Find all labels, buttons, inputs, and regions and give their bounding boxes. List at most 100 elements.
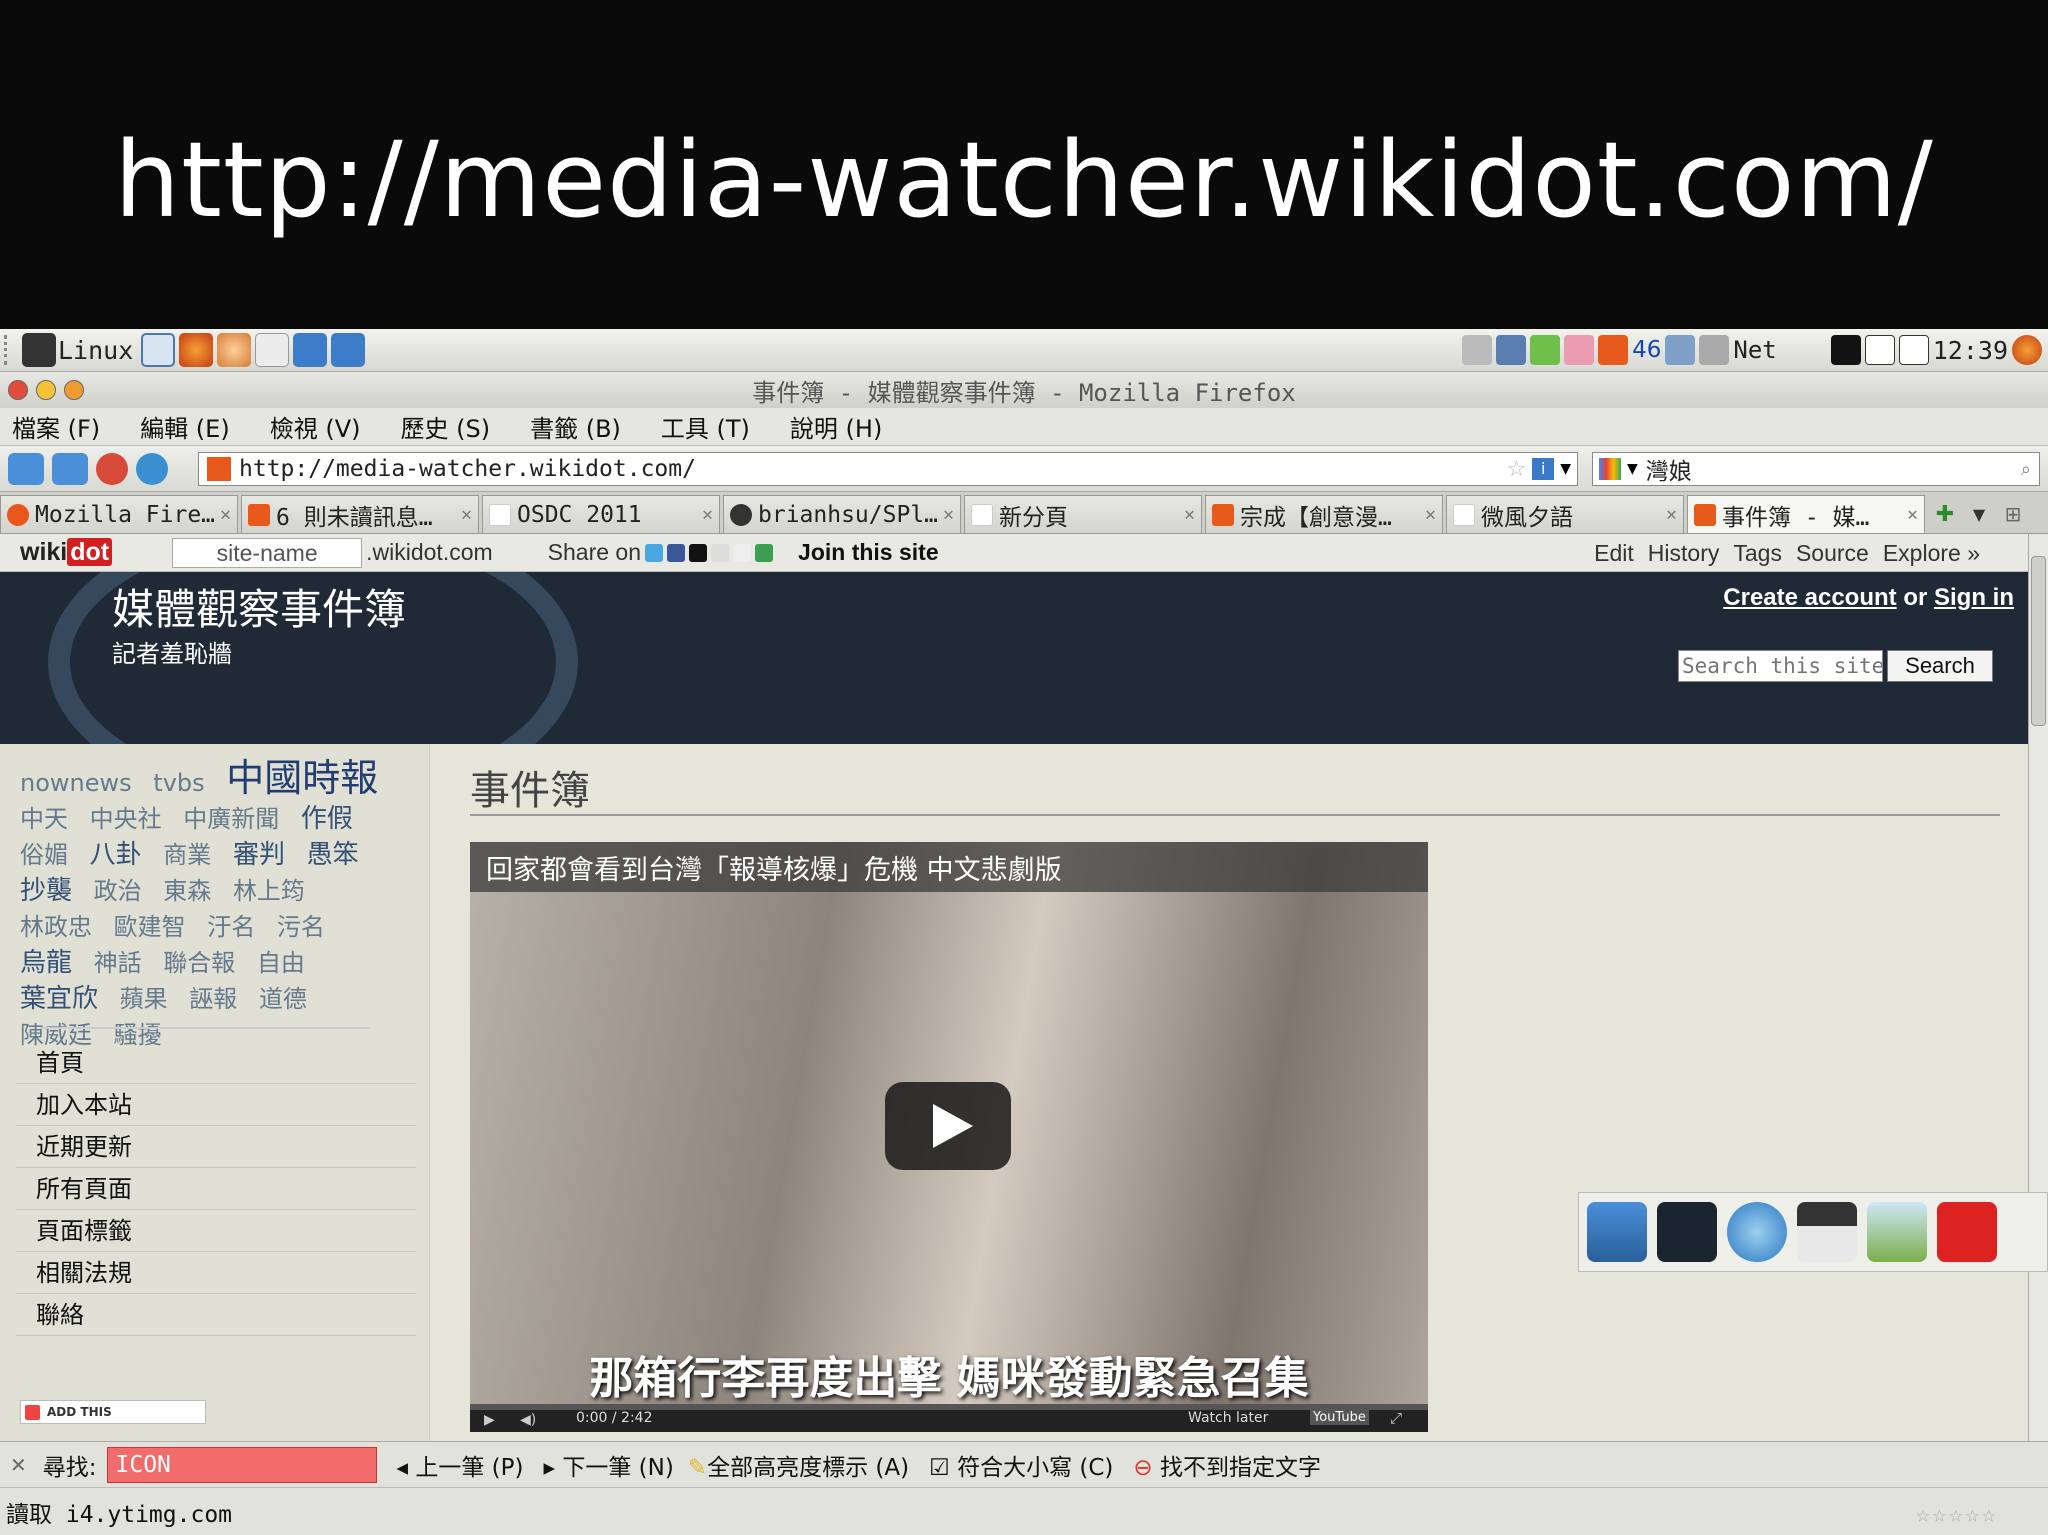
vertical-scrollbar[interactable] bbox=[2028, 534, 2048, 1441]
tag-link[interactable]: 俗媚 bbox=[20, 841, 68, 869]
update-icon[interactable] bbox=[1530, 335, 1561, 365]
tag-link[interactable]: 審判 bbox=[233, 840, 285, 870]
tag-link[interactable]: nownews bbox=[20, 769, 132, 797]
tag-link[interactable]: 東森 bbox=[163, 877, 211, 905]
close-icon[interactable]: ✕ bbox=[1666, 504, 1677, 525]
join-site-link[interactable]: Join this site bbox=[798, 539, 939, 566]
side-menu-law[interactable]: 相關法規 bbox=[16, 1252, 416, 1294]
site-search-input[interactable] bbox=[1678, 650, 1883, 682]
close-icon[interactable]: ✕ bbox=[702, 504, 713, 525]
tab-4[interactable]: 新分頁 ✕ bbox=[964, 495, 1202, 533]
nav-source[interactable]: Source bbox=[1796, 540, 1869, 567]
side-menu-all-pages[interactable]: 所有頁面 bbox=[16, 1168, 416, 1210]
scrollbar-thumb[interactable] bbox=[2031, 556, 2046, 726]
tag-link[interactable]: 自由 bbox=[257, 949, 305, 977]
tab-list-icon[interactable]: ▼ bbox=[1962, 495, 1996, 533]
side-menu-recent[interactable]: 近期更新 bbox=[16, 1126, 416, 1168]
menu-history[interactable]: 歷史 (S) bbox=[400, 409, 490, 444]
tab-0[interactable]: Mozilla Fire… ✕ bbox=[0, 495, 238, 533]
firefox-icon[interactable] bbox=[179, 333, 214, 367]
close-icon[interactable]: ✕ bbox=[220, 504, 231, 525]
stop-icon[interactable] bbox=[96, 452, 128, 485]
workspace-icon[interactable] bbox=[1864, 335, 1895, 365]
dock-globe-icon[interactable] bbox=[1727, 1202, 1787, 1262]
tag-link[interactable]: 中國時報 bbox=[226, 756, 378, 800]
youtube-video[interactable]: 回家都會看到台灣「報導核爆」危機 中文悲劇版 那箱行李再度出擊 媽咪發動緊急召集… bbox=[470, 842, 1428, 1432]
side-menu-contact[interactable]: 聯絡 bbox=[16, 1294, 416, 1336]
google-icon[interactable] bbox=[1599, 458, 1621, 480]
dock-terminal-icon[interactable] bbox=[1657, 1202, 1717, 1262]
tag-link[interactable]: 汙名 bbox=[207, 913, 255, 941]
tag-link[interactable]: 神話 bbox=[94, 949, 142, 977]
drive-icon[interactable] bbox=[1699, 335, 1730, 365]
close-find-icon[interactable]: ✕ bbox=[10, 1453, 27, 1477]
dock-image-viewer-icon[interactable] bbox=[1867, 1202, 1927, 1262]
side-menu-tags[interactable]: 頁面標籤 bbox=[16, 1210, 416, 1252]
tab-7-active[interactable]: 事件簿 - 媒… ✕ bbox=[1687, 495, 1925, 533]
tab-3[interactable]: brianhsu/SPl… ✕ bbox=[723, 495, 961, 533]
start-menu-button[interactable]: Linux bbox=[14, 332, 139, 368]
video-title[interactable]: 回家都會看到台灣「報導核爆」危機 中文悲劇版 bbox=[486, 848, 1062, 887]
digg-icon[interactable] bbox=[711, 543, 730, 562]
dock-tux-icon[interactable] bbox=[1587, 1202, 1647, 1262]
tab-5[interactable]: 宗成【創意漫… ✕ bbox=[1205, 495, 1443, 533]
wikidot-logo[interactable]: wiki dot bbox=[20, 538, 113, 567]
tag-link[interactable]: 八卦 bbox=[90, 840, 142, 870]
site-search-button[interactable]: Search bbox=[1887, 650, 1993, 682]
notes-icon[interactable] bbox=[255, 333, 290, 367]
url-input[interactable] bbox=[239, 456, 1419, 482]
cpu-monitor-icon[interactable] bbox=[1830, 335, 1861, 365]
watch-later-button[interactable]: Watch later bbox=[1188, 1410, 1268, 1426]
workspace-icon-2[interactable] bbox=[1898, 335, 1929, 365]
find-next-button[interactable]: ▸ 下一筆 (N) bbox=[544, 1448, 674, 1482]
avatar-icon[interactable] bbox=[1564, 335, 1595, 365]
reload-icon[interactable] bbox=[136, 452, 168, 485]
tab-groups-icon[interactable]: ⊞ bbox=[1996, 495, 2030, 533]
find-prev-button[interactable]: ◂ 上一筆 (P) bbox=[397, 1448, 524, 1482]
bookmark-star-icon[interactable]: ☆ bbox=[1506, 457, 1526, 482]
close-icon[interactable]: ✕ bbox=[461, 504, 472, 525]
sign-in-link[interactable]: Sign in bbox=[1934, 584, 2014, 611]
close-icon[interactable]: ✕ bbox=[1425, 504, 1436, 525]
tag-link[interactable]: 愚笨 bbox=[307, 840, 359, 870]
menu-edit[interactable]: 編輯 (E) bbox=[140, 409, 230, 444]
tag-link[interactable]: 聯合報 bbox=[163, 949, 235, 977]
menu-tools[interactable]: 工具 (T) bbox=[661, 409, 750, 444]
dock-music-icon[interactable] bbox=[1797, 1202, 1857, 1262]
panel-grip[interactable] bbox=[4, 335, 14, 365]
web-search-box[interactable]: ▼ ⌕ bbox=[1592, 452, 2040, 486]
back-icon[interactable] bbox=[8, 452, 44, 485]
chevron-down-icon[interactable]: ▼ bbox=[1560, 461, 1571, 477]
site-name-field[interactable]: site-name bbox=[172, 537, 363, 568]
tag-link[interactable]: 中廣新聞 bbox=[183, 805, 279, 833]
reddit-icon[interactable] bbox=[733, 543, 752, 562]
dock-books-icon[interactable] bbox=[1937, 1202, 1997, 1262]
nav-tags[interactable]: Tags bbox=[1733, 540, 1782, 567]
fullscreen-icon[interactable]: ⤢ bbox=[1390, 1409, 1402, 1427]
firefox-tray-icon[interactable] bbox=[2012, 335, 2042, 365]
close-icon[interactable]: ✕ bbox=[943, 504, 954, 525]
tag-link[interactable]: 抄襲 bbox=[20, 876, 72, 906]
video-play-icon[interactable]: ▶ bbox=[484, 1412, 495, 1428]
chat-icon[interactable] bbox=[1665, 335, 1696, 365]
new-tab-icon[interactable]: ✚ bbox=[1928, 495, 1962, 533]
tab-1[interactable]: 6 則未讀訊息… ✕ bbox=[241, 495, 479, 533]
tag-link[interactable]: 政治 bbox=[94, 877, 142, 905]
menu-bookmarks[interactable]: 書籤 (B) bbox=[530, 409, 621, 444]
tag-link[interactable]: 誣報 bbox=[189, 985, 237, 1013]
magnifier-icon[interactable]: ⌕ bbox=[2021, 459, 2031, 480]
find-input[interactable] bbox=[106, 1446, 377, 1483]
network-icon[interactable] bbox=[1496, 335, 1527, 365]
search-engine-dropdown-icon[interactable]: ▼ bbox=[1627, 461, 1638, 477]
close-icon[interactable]: ✕ bbox=[1907, 504, 1918, 525]
twitter-icon[interactable] bbox=[645, 543, 664, 562]
tag-link[interactable]: 蘋果 bbox=[120, 985, 168, 1013]
play-icon[interactable] bbox=[885, 1082, 1011, 1170]
volume-icon[interactable]: ◀) bbox=[520, 1412, 536, 1428]
plurk-icon[interactable] bbox=[1598, 335, 1629, 365]
addthis-button[interactable]: ADD THIS bbox=[20, 1400, 206, 1424]
nav-history[interactable]: History bbox=[1648, 540, 1720, 567]
tag-link[interactable]: 林上筠 bbox=[233, 877, 305, 905]
tag-link[interactable]: 葉宜欣 bbox=[20, 984, 98, 1014]
tag-link[interactable]: 商業 bbox=[163, 841, 211, 869]
